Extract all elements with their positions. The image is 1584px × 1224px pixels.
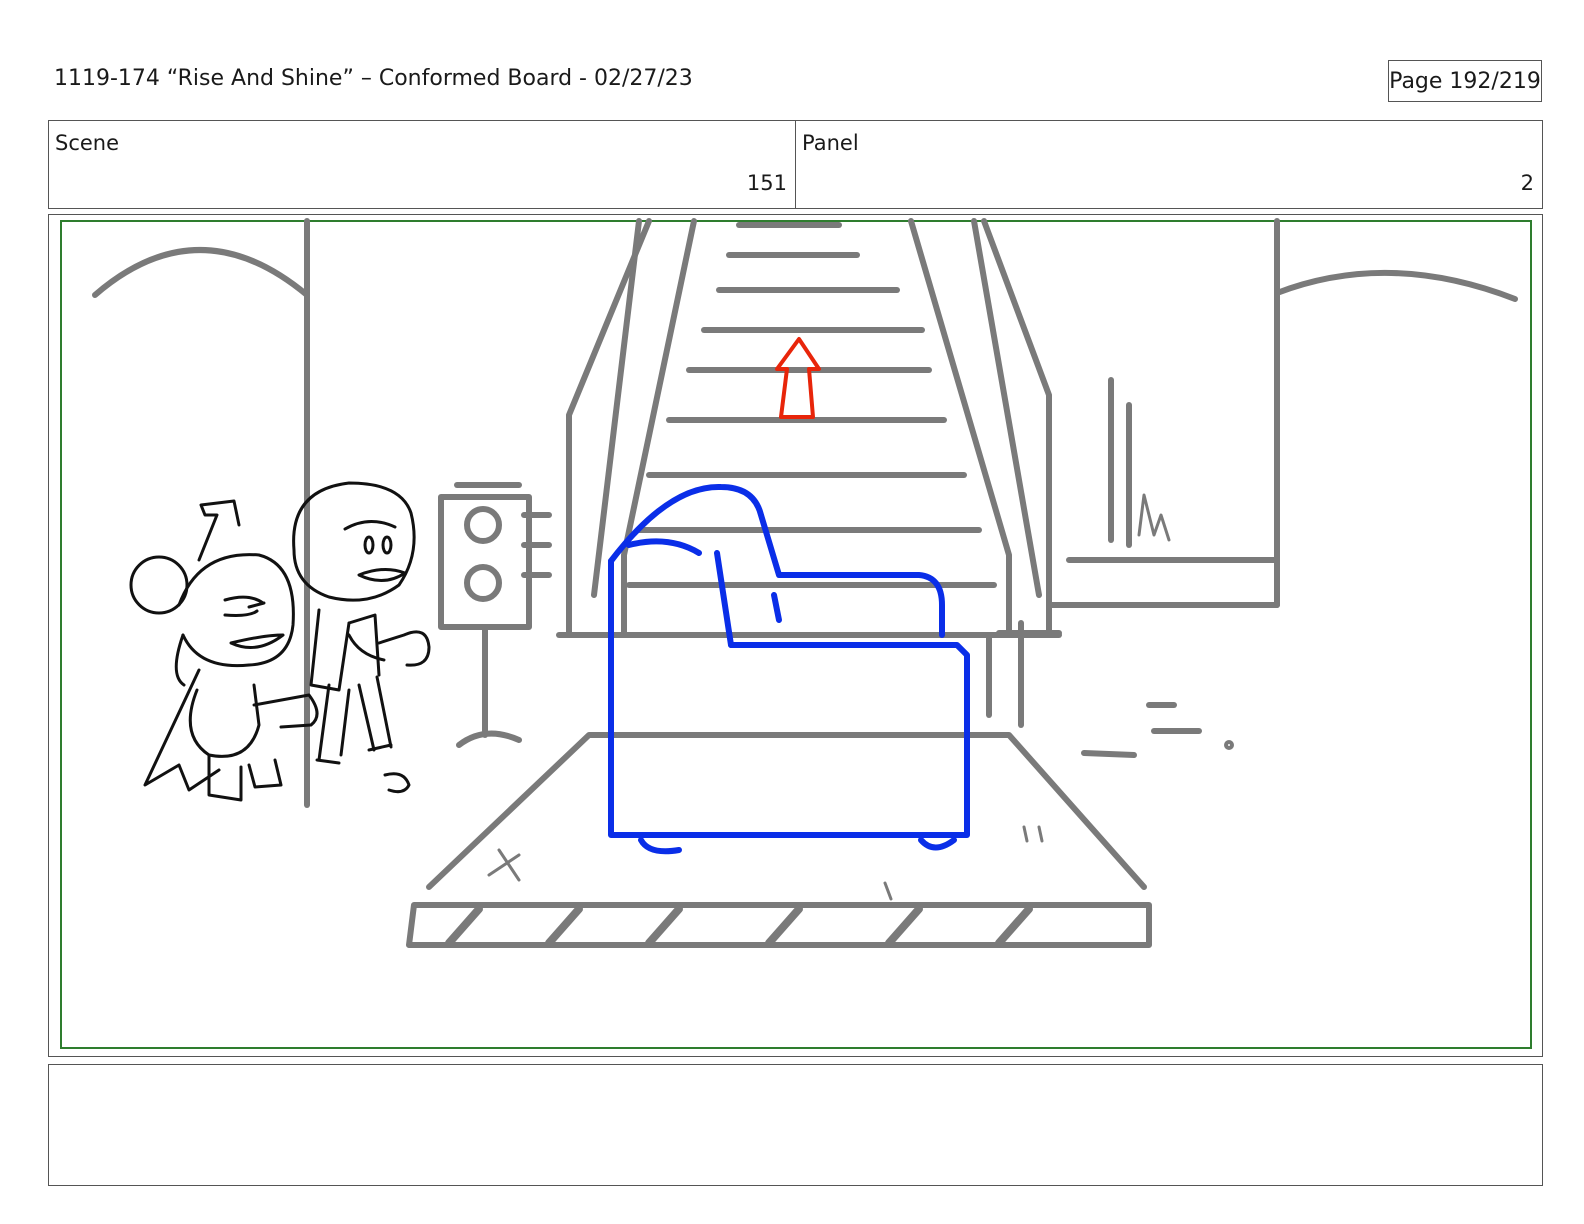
scene-label: Scene	[55, 131, 120, 155]
storyboard-panel	[48, 214, 1543, 1057]
couch-drawing	[608, 483, 970, 855]
page-number: Page 192/219	[1388, 60, 1542, 102]
panel-cell: Panel 2	[795, 121, 1542, 208]
scene-cell: Scene 151	[49, 121, 795, 208]
notes-box	[48, 1064, 1543, 1186]
panel-drawing	[60, 218, 1532, 1049]
scene-value: 151	[746, 171, 787, 195]
panel-label: Panel	[802, 131, 859, 155]
board-title: 1119-174 “Rise And Shine” – Conformed Bo…	[54, 66, 693, 91]
panel-value: 2	[1520, 171, 1534, 195]
up-arrow-icon	[775, 337, 821, 419]
characters-drawing	[129, 481, 431, 802]
scene-panel-info: Scene 151 Panel 2	[48, 120, 1543, 209]
